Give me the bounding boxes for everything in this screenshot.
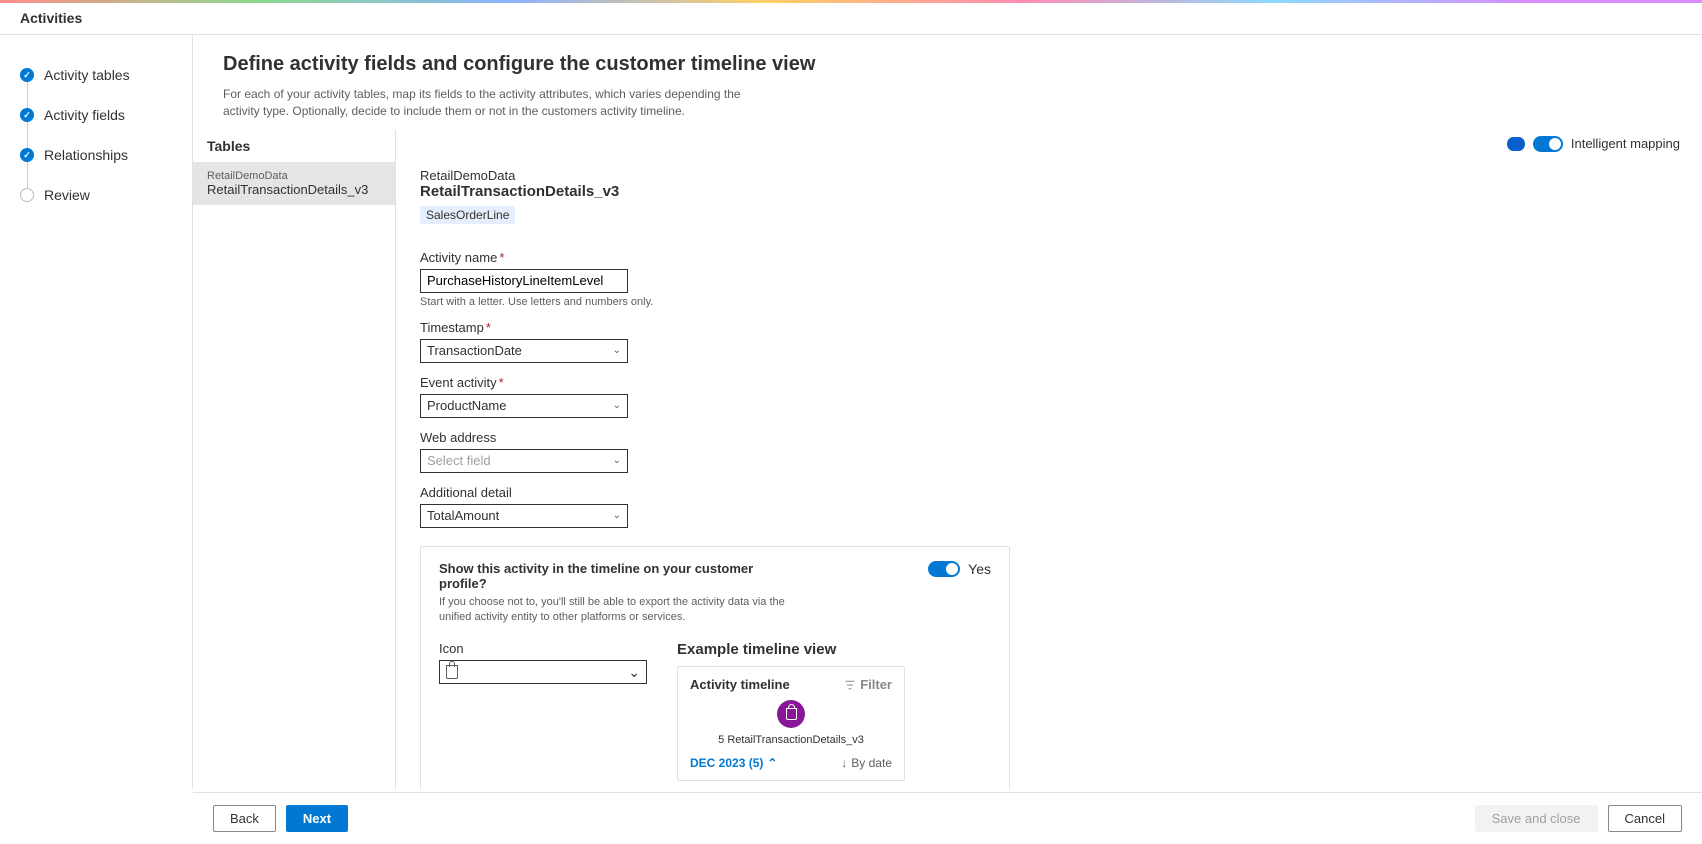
- icon-column: Icon ⌄: [439, 641, 647, 684]
- content-body: Tables RetailDemoData RetailTransactionD…: [193, 130, 1702, 789]
- table-item-name: RetailTransactionDetails_v3: [207, 182, 381, 197]
- filter-icon: [844, 679, 856, 691]
- preview-summary-line: 5 RetailTransactionDetails_v3: [690, 734, 892, 746]
- filter-button[interactable]: Filter: [844, 677, 892, 692]
- web-address-select[interactable]: Select field ⌄: [420, 449, 628, 473]
- header-title: Activities: [20, 10, 82, 26]
- intelligent-mapping-control: Intelligent mapping: [1507, 136, 1680, 152]
- content-header: Define activity fields and configure the…: [193, 35, 1702, 130]
- event-activity-label: Event activity*: [420, 375, 1678, 390]
- activity-name-label: Activity name*: [420, 250, 1678, 265]
- month-label: DEC 2023 (5): [690, 756, 763, 770]
- timeline-subtitle: If you choose not to, you'll still be ab…: [439, 595, 799, 626]
- additional-detail-label: Additional detail: [420, 485, 1678, 500]
- month-group-toggle[interactable]: DEC 2023 (5) ⌃: [690, 756, 777, 770]
- step-dot-icon: [20, 108, 34, 122]
- timestamp-select[interactable]: TransactionDate ⌄: [420, 339, 628, 363]
- step-relationships[interactable]: Relationships: [0, 135, 192, 175]
- step-dot-icon: [20, 148, 34, 162]
- save-and-close-button: Save and close: [1475, 805, 1598, 832]
- chevron-down-icon: ⌄: [628, 664, 640, 681]
- icon-select[interactable]: ⌄: [439, 660, 647, 684]
- intelligent-mapping-label: Intelligent mapping: [1571, 136, 1680, 151]
- back-button[interactable]: Back: [213, 805, 276, 832]
- icon-field-label: Icon: [439, 641, 647, 656]
- wizard-footer: Back Next Save and close Cancel: [193, 792, 1702, 844]
- tables-column: Tables RetailDemoData RetailTransactionD…: [193, 130, 396, 789]
- content-region: Define activity fields and configure the…: [193, 35, 1702, 789]
- tables-header: Tables: [193, 130, 395, 162]
- step-label: Review: [44, 187, 90, 203]
- timeline-config-box: Show this activity in the timeline on yo…: [420, 546, 1010, 789]
- step-label: Relationships: [44, 147, 128, 163]
- detail-source: RetailDemoData: [420, 168, 1678, 183]
- activity-name-helper: Start with a letter. Use letters and num…: [420, 296, 1678, 308]
- show-in-timeline-toggle[interactable]: [928, 561, 960, 577]
- page-subtitle: For each of your activity tables, map it…: [223, 86, 743, 120]
- additional-detail-value: TotalAmount: [427, 508, 499, 523]
- step-dot-icon: [20, 68, 34, 82]
- web-address-label: Web address: [420, 430, 1678, 445]
- sort-icon: ↓: [841, 756, 847, 770]
- steps-list: Activity tables Activity fields Relation…: [0, 55, 192, 215]
- chevron-up-icon: ⌃: [767, 756, 777, 770]
- form-area: Intelligent mapping RetailDemoData Retai…: [396, 130, 1702, 789]
- preview-box: Activity timeline Filter: [677, 666, 905, 781]
- timestamp-value: TransactionDate: [427, 343, 522, 358]
- sort-by-date-button[interactable]: ↓ By date: [841, 756, 892, 770]
- entity-type-pill: SalesOrderLine: [420, 206, 515, 224]
- top-accent-stripe: [0, 0, 1702, 3]
- next-button[interactable]: Next: [286, 805, 348, 832]
- show-in-timeline-yes: Yes: [968, 561, 991, 577]
- activity-icon-badge: [777, 700, 805, 728]
- detail-table-name: RetailTransactionDetails_v3: [420, 183, 1678, 200]
- cancel-button[interactable]: Cancel: [1608, 805, 1682, 832]
- chevron-down-icon: ⌄: [613, 345, 621, 356]
- preview-header-label: Activity timeline: [690, 677, 790, 692]
- table-item[interactable]: RetailDemoData RetailTransactionDetails_…: [193, 162, 395, 205]
- page-header: Activities: [0, 3, 1702, 35]
- additional-detail-select[interactable]: TotalAmount ⌄: [420, 504, 628, 528]
- filter-label: Filter: [860, 677, 892, 692]
- main-region: Activity tables Activity fields Relation…: [0, 35, 1702, 789]
- preview-column: Example timeline view Activity timeline …: [677, 641, 991, 781]
- timestamp-label: Timestamp*: [420, 320, 1678, 335]
- sort-label: By date: [851, 756, 892, 770]
- event-activity-select[interactable]: ProductName ⌄: [420, 394, 628, 418]
- table-item-source: RetailDemoData: [207, 170, 381, 182]
- page-title: Define activity fields and configure the…: [223, 53, 1672, 76]
- step-activity-tables[interactable]: Activity tables: [0, 55, 192, 95]
- shopping-bag-icon: [446, 665, 458, 679]
- steps-sidebar: Activity tables Activity fields Relation…: [0, 35, 193, 789]
- step-dot-icon: [20, 188, 34, 202]
- step-label: Activity tables: [44, 67, 130, 83]
- preview-title: Example timeline view: [677, 641, 991, 658]
- timeline-title: Show this activity in the timeline on yo…: [439, 561, 799, 591]
- step-review[interactable]: Review: [0, 175, 192, 215]
- activity-name-input[interactable]: [420, 269, 628, 293]
- intelligent-mapping-indicator-icon: [1507, 137, 1525, 151]
- chevron-down-icon: ⌄: [613, 400, 621, 411]
- chevron-down-icon: ⌄: [613, 510, 621, 521]
- shopping-bag-icon: [786, 708, 797, 720]
- intelligent-mapping-toggle[interactable]: [1533, 136, 1563, 152]
- event-activity-value: ProductName: [427, 398, 506, 413]
- step-label: Activity fields: [44, 107, 125, 123]
- web-address-placeholder: Select field: [427, 453, 491, 468]
- show-in-timeline-control: Yes: [928, 561, 991, 577]
- chevron-down-icon: ⌄: [613, 455, 621, 466]
- step-activity-fields[interactable]: Activity fields: [0, 95, 192, 135]
